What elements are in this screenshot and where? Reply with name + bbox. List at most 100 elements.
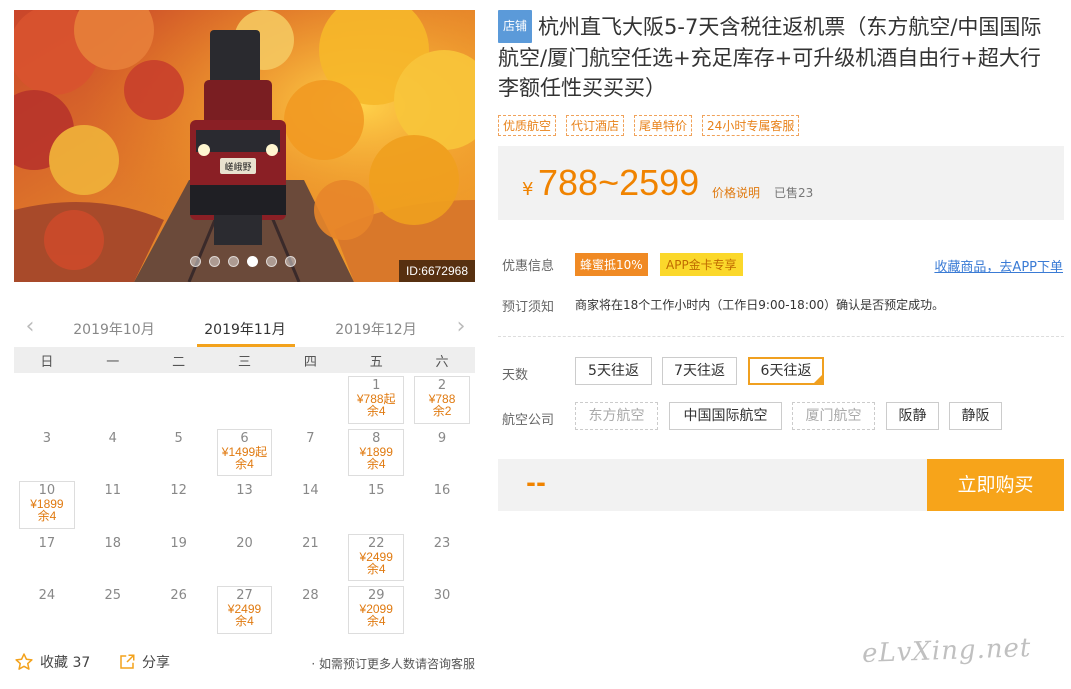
airline-option-air-china[interactable]: 中国国际航空 [669, 402, 782, 430]
active-month-indicator [197, 344, 295, 347]
calendar-day: 11 [80, 478, 146, 531]
calendar-day-available[interactable]: 2 ¥788 余2 [409, 373, 475, 426]
price-currency: ¥ [522, 179, 534, 200]
day-number: 9 [437, 430, 447, 446]
month-tab-nov[interactable]: 2019年11月 [195, 319, 295, 339]
day-stock: 余4 [37, 509, 57, 524]
day-number: 28 [302, 588, 319, 604]
share-icon [120, 654, 135, 669]
airline-option-label: 厦门航空 [805, 408, 862, 424]
calendar-footer: 收藏 37 分享 · 如需预订更多人数请咨询客服 [14, 652, 475, 676]
day-price: ¥1499起 [221, 444, 268, 459]
days-label: 天数 [502, 368, 529, 383]
weekday-label: 三 [237, 354, 251, 370]
day-number: 5 [174, 430, 183, 446]
day-number: 15 [367, 483, 385, 499]
day-number: 11 [104, 483, 122, 499]
day-number: 10 [38, 483, 56, 499]
calendar-day-available[interactable]: 22 ¥2499 余4 [343, 531, 409, 584]
day-number: 13 [236, 483, 253, 499]
calendar-day-available[interactable]: 29 ¥2099 余4 [343, 583, 409, 636]
gallery-dots [190, 256, 296, 267]
price-note-link[interactable]: 价格说明 [712, 184, 760, 201]
day-stock: 余4 [366, 404, 386, 418]
departure-calendar: ‹ 2019年10月 2019年11月 2019年12月 › 日 一 二 三 四… [14, 311, 475, 636]
favorite-label: 收藏 37 [40, 655, 91, 671]
day-stock: 余4 [366, 614, 386, 629]
calendar-day: 20 [212, 531, 278, 584]
day-number: 25 [104, 588, 122, 604]
divider [498, 336, 1064, 337]
calendar-day: 18 [80, 531, 146, 584]
day-number: 4 [108, 430, 117, 446]
booking-notice: 商家将在18个工作小时内（工作日9:00-18:00）确认是否预定成功。 [575, 298, 945, 312]
airline-option-jinghan[interactable]: 静阪 [949, 402, 1002, 430]
day-price: ¥1899 [359, 444, 393, 459]
gallery-dot[interactable] [247, 256, 258, 267]
calendar-day: 21 [277, 531, 343, 584]
calendar-header: ‹ 2019年10月 2019年11月 2019年12月 › [14, 311, 475, 347]
shop-tag[interactable]: 店铺 [498, 10, 533, 43]
day-number: 2 [437, 378, 447, 393]
calendar-day: 24 [14, 583, 80, 636]
airline-option-xiamen[interactable]: 厦门航空 [792, 402, 875, 430]
calendar-day: 16 [409, 478, 475, 531]
day-number: 1 [372, 378, 381, 393]
day-number: 27 [236, 588, 253, 604]
airline-option-eastern[interactable]: 东方航空 [575, 402, 658, 430]
day-stock: 余4 [366, 456, 386, 471]
product-title: 店铺 杭州直飞大阪5-7天含税往返机票（东方航空/中国国际航空/厦门航空任选+充足… [498, 10, 1058, 104]
day-number: 14 [302, 483, 319, 499]
buy-now-button[interactable]: 立即购买 [927, 459, 1064, 511]
gallery-dot[interactable] [228, 256, 239, 267]
calendar-day-available[interactable]: 27 ¥2499 余4 [212, 583, 278, 636]
weekday-label: 一 [106, 354, 120, 370]
app-order-link[interactable]: 收藏商品，去APP下单 [934, 256, 1063, 275]
days-option-7[interactable]: 7天往返 [662, 357, 737, 385]
airline-option-hanjing[interactable]: 阪静 [886, 402, 939, 430]
product-title-text: 杭州直飞大阪5-7天含税往返机票（东方航空/中国国际航空/厦门航空任选+充足库存… [498, 15, 1042, 100]
calendar-day-available[interactable]: 8 ¥1899 余4 [343, 426, 409, 479]
calendar-day: 4 [80, 426, 146, 479]
gallery-dot[interactable] [209, 256, 220, 267]
days-option-6[interactable]: 6天往返 [748, 357, 824, 385]
share-button[interactable]: 分享 [118, 652, 170, 672]
airline-option-label: 中国国际航空 [683, 408, 768, 424]
days-option-5[interactable]: 5天往返 [575, 357, 652, 385]
feature-tags: 优质航空 代订酒店 尾单特价 24小时专属客服 [498, 115, 800, 136]
calendar-day: 28 [277, 583, 343, 636]
chevron-right-icon[interactable]: › [451, 316, 471, 339]
chevron-left-icon[interactable]: ‹ [20, 316, 40, 339]
days-option-label: 7天往返 [674, 363, 725, 379]
day-stock: 余2 [432, 404, 452, 418]
calendar-day-available[interactable]: 6 ¥1499起 余4 [212, 426, 278, 479]
gallery-dot[interactable] [266, 256, 277, 267]
calendar-day-available[interactable]: 10 ¥1899 余4 [14, 478, 80, 531]
favorite-button[interactable]: 收藏 37 [14, 652, 90, 672]
calendar-day: 9 [409, 426, 475, 479]
calendar-empty-cell [80, 373, 146, 426]
calendar-day-available[interactable]: 1 ¥788起 余4 [343, 373, 409, 426]
weekday-label: 五 [369, 354, 383, 370]
product-photo-gallery[interactable]: 嵯峨野 ID:6672968 [14, 10, 475, 282]
total-price: -- [526, 469, 546, 497]
calendar-empty-cell [277, 373, 343, 426]
autumn-train-photo: 嵯峨野 [14, 10, 475, 282]
days-option-label: 6天往返 [760, 363, 812, 379]
weekday-label: 六 [435, 354, 449, 370]
share-label: 分享 [142, 655, 170, 671]
calendar-day: 26 [146, 583, 212, 636]
month-tab-oct[interactable]: 2019年10月 [64, 319, 164, 339]
star-icon [15, 653, 33, 670]
sold-count: 已售23 [774, 186, 814, 200]
month-tab-dec[interactable]: 2019年12月 [326, 319, 426, 339]
consult-hint: · 如需预订更多人数请咨询客服 [311, 657, 475, 671]
feature-tag: 尾单特价 [634, 115, 693, 136]
calendar-day: 13 [212, 478, 278, 531]
weekday-label: 四 [303, 354, 317, 370]
gallery-dot[interactable] [285, 256, 296, 267]
day-stock: 余4 [366, 561, 386, 576]
day-number: 18 [104, 535, 122, 551]
weekday-header: 日 一 二 三 四 五 六 [14, 347, 475, 373]
gallery-dot[interactable] [190, 256, 201, 267]
